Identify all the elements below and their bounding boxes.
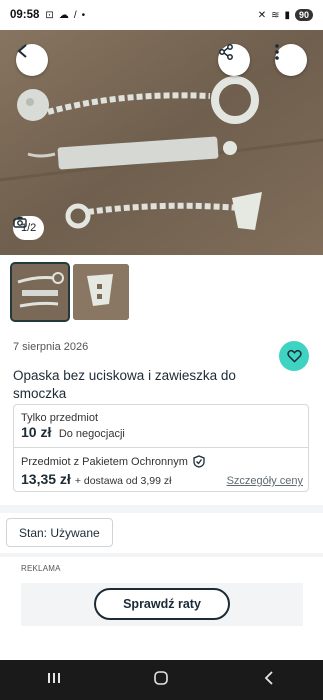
protection-label: Przedmiot z Pakietem Ochronnym [21,455,188,468]
price-box: Tylko przedmiot 10 zł Do negocjacji Prze… [13,404,309,492]
home-icon [154,670,169,685]
listing-date: 7 sierpnia 2026 [13,341,89,353]
wifi-icon: ≋ [271,9,280,21]
listing-title: Opaska bez uciskowa i zawieszka do smocz… [13,368,236,401]
recent-apps-button[interactable] [24,671,84,689]
camera-icon [13,217,27,228]
ad-label: REKLAMA [21,564,61,573]
status-system-icons: ✕ ≋ ▮ 90 [258,9,313,21]
price-label: Tylko przedmiot [21,412,99,424]
back-icon [17,44,27,58]
home-button[interactable] [131,670,191,690]
nav-back-icon [264,670,273,685]
cloud-icon: ☁ [58,9,69,21]
back-button[interactable] [16,44,48,76]
signal-icon: ▮ [284,9,290,21]
check-installments-button[interactable]: Sprawdź raty [94,588,230,620]
thumbnail-strip [10,262,129,322]
dot-icon: • [81,9,86,21]
section-divider-2 [0,553,323,557]
protected-price: 13,35 zł [21,471,71,487]
system-navigation-bar [0,660,323,700]
favorite-button[interactable] [279,341,309,371]
heart-icon [286,349,302,363]
status-bar: 09:58 ⊡ ☁ / • ✕ ≋ ▮ 90 [0,0,323,30]
price-details-link[interactable]: Szczegóły ceny [227,475,303,487]
battery-indicator: 90 [294,9,313,21]
status-time: 09:58 [10,9,40,21]
shield-check-icon [193,455,205,468]
photo-counter[interactable]: 1/2 [13,216,45,240]
main-photo[interactable]: 1/2 [0,30,323,255]
screenshot-icon: ⊡ [45,9,54,21]
mute-icon: ✕ [257,9,267,21]
shipping-text: + dostawa od 3,99 zł [74,475,172,487]
section-divider [0,505,323,513]
ad-box: Sprawdź raty [21,583,303,626]
price-value: 10 zł [21,424,52,440]
share-button[interactable] [218,44,250,76]
price-item-only: Tylko przedmiot 10 zł Do negocjacji [21,412,125,442]
thumbnail-1[interactable] [10,262,70,322]
status-notification-icons: ⊡ ☁ / • [45,10,85,21]
slash-icon: / [73,9,77,21]
thumbnail-2[interactable] [73,264,129,320]
more-options-button[interactable] [275,44,307,76]
price-divider [14,447,308,448]
share-icon [219,44,233,60]
thumbnail-1-image [12,264,68,320]
condition-chip[interactable]: Stan: Używane [6,518,113,547]
negotiable-text: Do negocjacji [58,428,125,440]
more-icon [275,44,279,60]
price-with-protection: Przedmiot z Pakietem Ochronnym 13,35 zł … [21,455,303,487]
recent-apps-icon [47,673,60,683]
thumbnail-2-image [73,264,129,320]
nav-back-button[interactable] [239,670,299,690]
